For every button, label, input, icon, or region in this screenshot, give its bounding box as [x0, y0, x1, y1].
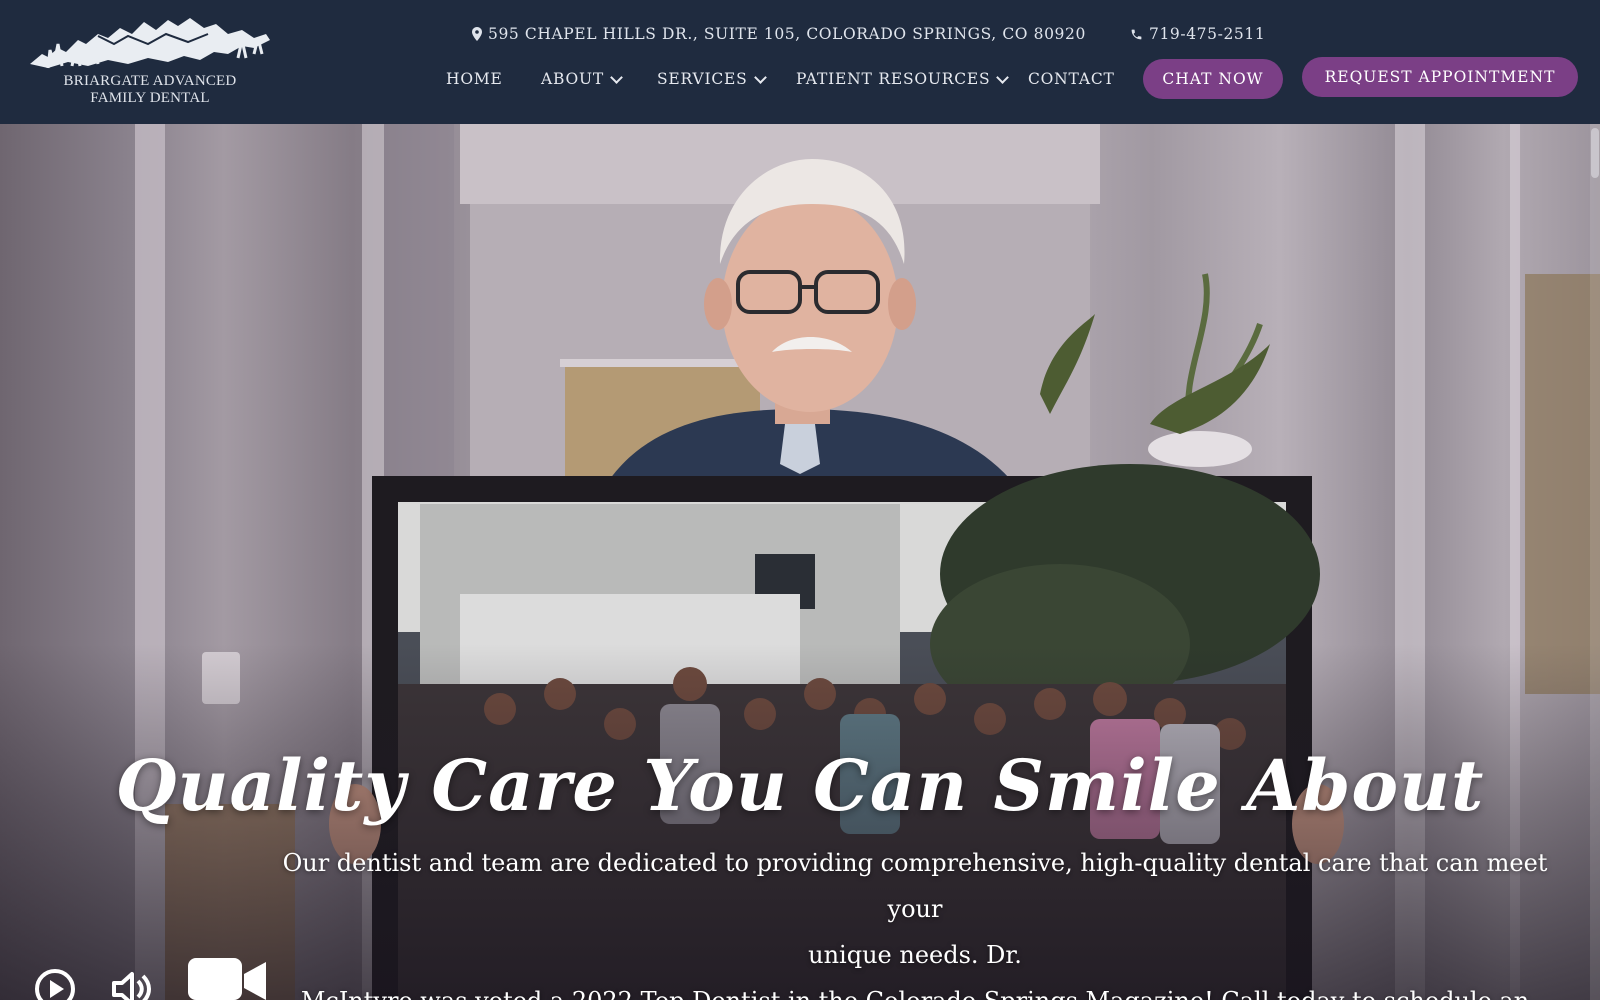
chevron-down-icon: [610, 70, 623, 84]
hero-video[interactable]: Quality Care You Can Smile About Our den…: [0, 124, 1600, 1000]
map-pin-icon: [472, 27, 482, 41]
nav-item-contact[interactable]: CONTACT: [1028, 66, 1115, 92]
chat-now-button[interactable]: CHAT NOW: [1143, 59, 1283, 99]
scrollbar-thumb[interactable]: [1591, 128, 1599, 178]
nav-label: HOME: [446, 70, 503, 88]
hero-description: Our dentist and team are dedicated to pr…: [270, 840, 1560, 1000]
volume-icon[interactable]: [108, 966, 154, 1000]
video-camera-icon[interactable]: [186, 956, 268, 1000]
nav-item-services[interactable]: SERVICES: [657, 66, 767, 92]
hero-description-line: Our dentist and team are dedicated to pr…: [282, 849, 1548, 923]
hero-description-line: McIntyre was voted a 2022 Top Dentist in…: [270, 978, 1560, 1000]
page-scrollbar[interactable]: [1590, 124, 1600, 1000]
address-link[interactable]: 595 CHAPEL HILLS DR., SUITE 105, COLORAD…: [472, 23, 1086, 45]
phone-icon: [1131, 29, 1142, 39]
hero-description-line: unique needs. Dr.: [808, 941, 1022, 969]
site-header: BRIARGATE ADVANCED FAMILY DENTAL 595 CHA…: [0, 0, 1600, 124]
chevron-down-icon: [996, 70, 1010, 84]
request-appointment-button[interactable]: REQUEST APPOINTMENT: [1302, 57, 1578, 97]
brand-logo[interactable]: BRIARGATE ADVANCED FAMILY DENTAL: [28, 14, 272, 110]
address-text: 595 CHAPEL HILLS DR., SUITE 105, COLORAD…: [488, 25, 1086, 43]
nav-label: ABOUT: [541, 70, 604, 88]
nav-item-home[interactable]: HOME: [446, 66, 503, 92]
nav-label: SERVICES: [657, 70, 748, 88]
phone-link[interactable]: 719-475-2511: [1130, 23, 1265, 45]
nav-label: CONTACT: [1028, 70, 1115, 88]
nav-item-about[interactable]: ABOUT: [541, 66, 623, 92]
nav-item-patient-resources[interactable]: PATIENT RESOURCES: [796, 66, 1010, 92]
mountain-logo-icon: [30, 18, 270, 69]
play-icon[interactable]: [34, 968, 76, 1000]
brand-name-line2: FAMILY DENTAL: [90, 90, 210, 106]
brand-name-line1: BRIARGATE ADVANCED: [63, 73, 237, 89]
chevron-down-icon: [753, 70, 767, 84]
nav-label: PATIENT RESOURCES: [796, 70, 991, 88]
phone-text: 719-475-2511: [1149, 25, 1266, 43]
hero-heading: Quality Care You Can Smile About: [115, 744, 1485, 827]
